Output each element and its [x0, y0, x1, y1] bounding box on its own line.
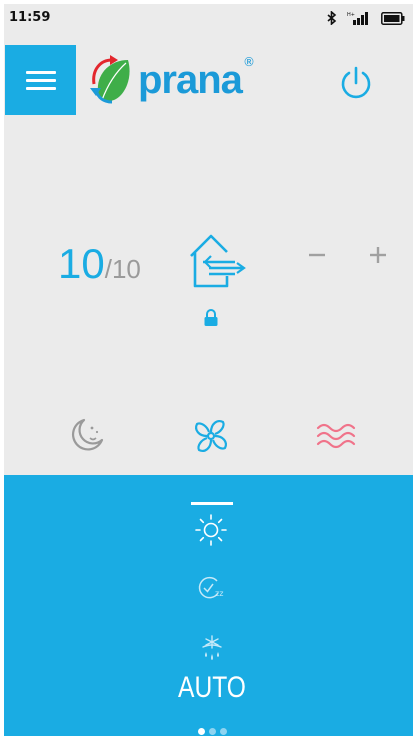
speed-current: 10: [58, 240, 105, 287]
prana-logo: prana ®: [88, 52, 255, 108]
logo-wordmark: prana: [138, 58, 243, 102]
moon-icon[interactable]: [68, 416, 106, 454]
status-bar: 11:59 H+: [4, 4, 413, 32]
status-icons: H+: [327, 9, 405, 27]
mode-label: AUTO: [178, 671, 246, 704]
speed-level: 10/10: [58, 240, 141, 288]
speed-control: 10/10: [4, 232, 413, 296]
winter-icon[interactable]: [200, 635, 224, 663]
sun-icon[interactable]: [194, 513, 228, 547]
hamburger-menu-icon: [25, 70, 56, 74]
app-screen: 11:59 H+ prana ® 10/10 zz AUTO: [4, 4, 413, 736]
sleep-timer-icon[interactable]: zz: [198, 575, 228, 601]
speed-minus-button[interactable]: [304, 242, 330, 268]
battery-icon: [381, 11, 405, 25]
fan-icon[interactable]: [191, 416, 231, 456]
svg-text:zz: zz: [215, 589, 223, 598]
logo-leaf-icon: [90, 55, 130, 104]
active-indicator: [191, 502, 233, 505]
menu-button[interactable]: [5, 45, 76, 115]
page-indicator: [4, 728, 413, 735]
bluetooth-icon: [327, 11, 337, 25]
page-dot-2[interactable]: [208, 728, 216, 735]
page-dot-3[interactable]: [219, 728, 227, 735]
lock-icon[interactable]: [203, 309, 219, 327]
speed-plus-button[interactable]: [365, 242, 391, 268]
speed-max: /10: [104, 254, 141, 284]
mode-panel: zz AUTO: [4, 475, 413, 736]
house-airflow-icon[interactable]: [187, 232, 251, 288]
signal-network-label: H+: [347, 12, 355, 18]
power-button[interactable]: [337, 64, 375, 102]
logo-registered-mark: ®: [242, 55, 255, 69]
page-dot-1[interactable]: [197, 728, 205, 735]
signal-icon: H+: [347, 11, 371, 25]
function-buttons: [4, 416, 413, 458]
heat-waves-icon[interactable]: [314, 418, 356, 454]
status-time: 11:59: [9, 10, 51, 25]
app-bar: prana ®: [4, 44, 413, 116]
